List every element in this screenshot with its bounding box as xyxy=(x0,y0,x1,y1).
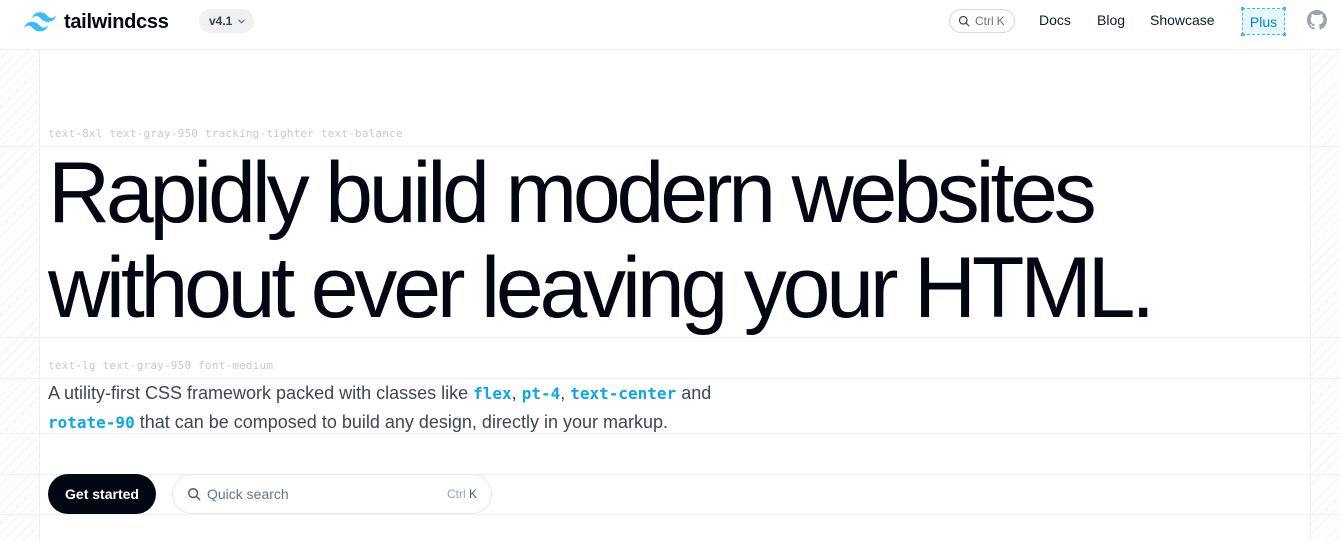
corner-dot xyxy=(1283,33,1286,36)
code-pt-4: pt-4 xyxy=(521,384,561,403)
code-flex: flex xyxy=(473,384,512,403)
shortcut-ctrl: Ctrl xyxy=(975,14,994,28)
quick-search-shortcut: Ctrl K xyxy=(447,487,477,501)
grid-line xyxy=(0,514,1340,515)
site-header: tailwindcss v4.1 Ctrl K Docs Blog Showca… xyxy=(0,0,1340,50)
version-dropdown[interactable]: v4.1 xyxy=(199,9,255,33)
hero-headline: Rapidly build modern websites without ev… xyxy=(48,146,1310,336)
lead-text: that can be composed to build any design… xyxy=(134,412,668,432)
version-label: v4.1 xyxy=(209,14,233,28)
shortcut-key: K xyxy=(468,487,477,501)
header-search-button[interactable]: Ctrl K xyxy=(949,9,1015,33)
search-icon xyxy=(958,15,970,27)
logo-link[interactable]: tailwindcss xyxy=(24,10,169,34)
search-icon xyxy=(188,488,201,501)
corner-dot xyxy=(1241,33,1244,36)
logo-text: tailwindcss xyxy=(64,10,169,33)
nav-docs-link[interactable]: Docs xyxy=(1039,12,1071,28)
grid-line xyxy=(0,337,1340,338)
lead-class-annotation: text-lg text-gray-950 font-medium xyxy=(48,359,274,372)
headline-line-2: without ever leaving your HTML. xyxy=(48,240,1155,336)
nav-blog-link[interactable]: Blog xyxy=(1097,12,1125,28)
shortcut-key: K xyxy=(996,14,1005,28)
lead-text: A utility-first CSS framework packed wit… xyxy=(48,383,474,403)
chevron-down-icon xyxy=(238,19,246,23)
left-hatch-gutter xyxy=(0,50,40,541)
code-rotate-90: rotate-90 xyxy=(48,413,135,432)
right-hatch-gutter xyxy=(1310,50,1340,541)
github-icon[interactable] xyxy=(1307,10,1327,30)
get-started-button[interactable]: Get started xyxy=(48,474,156,514)
shortcut-ctrl: Ctrl xyxy=(446,487,466,501)
quick-search-placeholder: Quick search xyxy=(207,486,289,502)
quick-search-button[interactable]: Quick search Ctrl K xyxy=(172,474,492,514)
headline-line-1: Rapidly build modern websites xyxy=(48,145,1097,241)
lead-text: , xyxy=(560,383,571,403)
lead-text: and xyxy=(676,383,712,403)
corner-dot xyxy=(1241,7,1244,10)
nav-plus-label: Plus xyxy=(1249,13,1278,30)
code-text-center: text-center xyxy=(570,384,677,403)
tailwind-logo-icon xyxy=(24,12,56,32)
corner-dot xyxy=(1283,7,1286,10)
lead-text: , xyxy=(511,383,522,403)
hero-lead-paragraph: A utility-first CSS framework packed wit… xyxy=(48,379,808,437)
nav-plus-link[interactable]: Plus xyxy=(1241,7,1286,36)
nav-showcase-link[interactable]: Showcase xyxy=(1150,12,1215,28)
headline-class-annotation: text-8xl text-gray-950 tracking-tighter … xyxy=(48,127,403,140)
